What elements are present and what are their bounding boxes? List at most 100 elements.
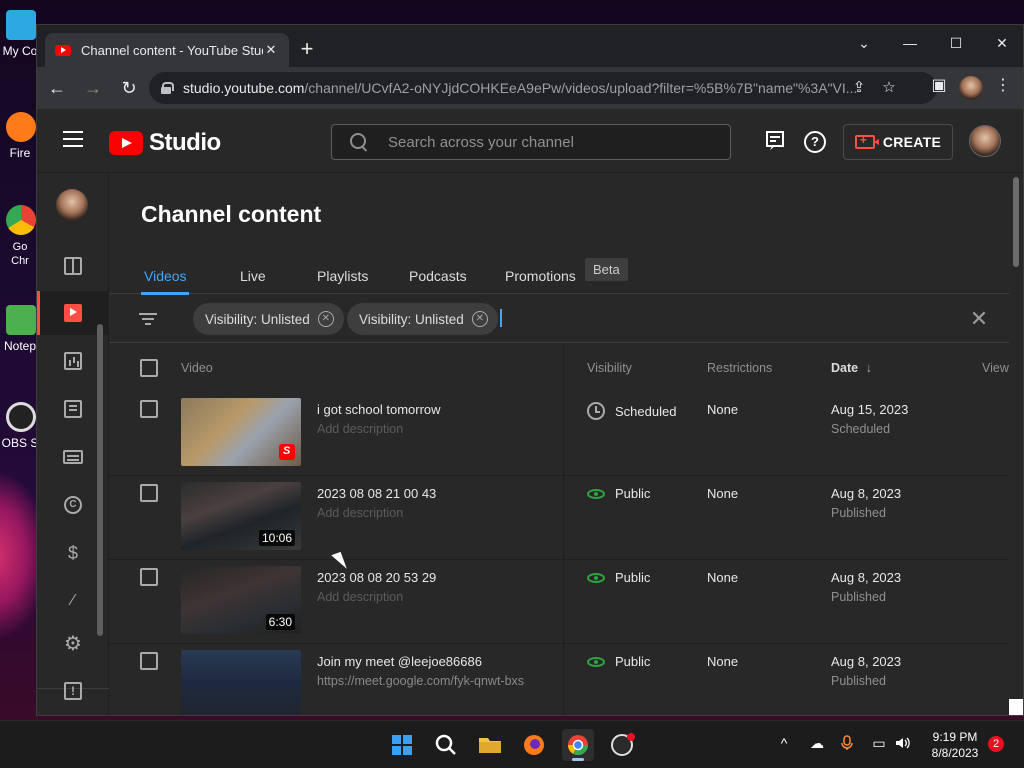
display-icon[interactable]: ▭ — [870, 735, 888, 752]
video-thumbnail[interactable] — [181, 650, 301, 715]
tab-live[interactable]: Live — [240, 268, 266, 284]
table-row[interactable]: 10:06 2023 08 08 21 00 43 Add descriptio… — [109, 476, 1009, 560]
firefox-taskbar-button[interactable] — [518, 729, 550, 761]
desktop-icon-my-computer[interactable]: My Co — [0, 10, 40, 58]
video-description[interactable]: https://meet.google.com/fyk-qnwt-bxs — [317, 674, 524, 688]
notification-badge[interactable]: 2 — [988, 736, 1004, 752]
tab-search-chevron-icon[interactable]: ⌄ — [849, 33, 879, 53]
create-button[interactable]: CREATE — [843, 124, 953, 160]
feedback-dialog-icon[interactable] — [763, 131, 787, 153]
video-description[interactable]: Add description — [317, 422, 403, 436]
column-visibility[interactable]: Visibility — [587, 361, 632, 375]
select-all-checkbox[interactable] — [140, 359, 158, 377]
row-checkbox[interactable] — [140, 484, 158, 502]
channel-avatar[interactable] — [56, 189, 88, 221]
chip-close-icon[interactable]: ✕ — [471, 311, 488, 327]
maximize-button[interactable]: ☐ — [941, 33, 971, 53]
visibility-label: Scheduled — [615, 403, 677, 419]
filter-text-caret[interactable] — [500, 309, 502, 327]
desktop-icon-firefox[interactable]: Fire — [0, 112, 40, 160]
tab-podcasts[interactable]: Podcasts — [409, 268, 467, 284]
beta-badge: Beta — [585, 258, 628, 281]
onedrive-icon[interactable]: ☁ — [808, 735, 826, 752]
share-icon[interactable]: ⇪ — [849, 78, 869, 96]
bookmark-star-icon[interactable]: ☆ — [879, 78, 899, 96]
table-row[interactable]: Join my meet @leejoe86686 https://meet.g… — [109, 644, 1009, 715]
visibility-cell[interactable]: Public — [587, 654, 650, 669]
hamburger-menu-icon[interactable] — [63, 131, 83, 147]
tab-strip: Channel content - YouTube Studio ✕ + ⌄ —… — [37, 25, 1023, 67]
windows-logo-icon — [392, 735, 412, 755]
date-value: Aug 8, 2023 — [831, 570, 902, 585]
video-duration: 6:30 — [265, 614, 295, 630]
visibility-cell[interactable]: Scheduled — [587, 402, 676, 420]
chrome-taskbar-button[interactable] — [562, 729, 594, 761]
obs-icon — [611, 733, 635, 756]
studio-logo[interactable]: Studio — [109, 129, 221, 157]
filter-chip[interactable]: Visibility: Unlisted ✕ — [193, 303, 344, 335]
row-checkbox[interactable] — [140, 568, 158, 586]
filter-icon[interactable] — [139, 313, 157, 325]
video-title[interactable]: 2023 08 08 21 00 43 — [317, 486, 436, 501]
file-explorer-button[interactable] — [474, 729, 506, 761]
video-thumbnail[interactable]: 6:30 — [181, 566, 301, 634]
column-date[interactable]: Date ↓ — [831, 361, 872, 375]
browser-tab[interactable]: Channel content - YouTube Studio ✕ — [45, 33, 289, 67]
volume-icon[interactable] — [893, 735, 911, 754]
tab-playlists[interactable]: Playlists — [317, 268, 368, 284]
video-thumbnail[interactable]: 10:06 — [181, 482, 301, 550]
desktop-icon-label: Go Chr — [11, 241, 29, 267]
desktop-icon-chrome[interactable]: Go Chr — [0, 205, 40, 267]
restrictions-value: None — [707, 402, 739, 417]
address-bar[interactable]: studio.youtube.com /channel/UCvfA2-oNYJj… — [149, 72, 937, 104]
table-row[interactable]: 6:30 2023 08 08 20 53 29 Add description… — [109, 560, 1009, 644]
column-views[interactable]: View — [982, 361, 1009, 375]
channel-search-input[interactable]: Search across your channel — [331, 124, 731, 160]
tab-videos[interactable]: Videos — [144, 268, 187, 284]
filter-chip-label: Visibility: Unlisted — [359, 311, 464, 327]
visibility-cell[interactable]: Public — [587, 570, 650, 585]
side-panel-icon[interactable]: ▣ — [927, 75, 951, 95]
row-checkbox[interactable] — [140, 652, 158, 670]
video-title[interactable]: i got school tomorrow — [317, 402, 441, 417]
row-checkbox[interactable] — [140, 400, 158, 418]
table-row[interactable]: i got school tomorrow Add description Sc… — [109, 392, 1009, 476]
taskbar-search-button[interactable] — [430, 729, 462, 761]
minimize-button[interactable]: — — [895, 33, 925, 53]
microphone-icon[interactable] — [838, 735, 856, 754]
column-restrictions[interactable]: Restrictions — [707, 361, 772, 375]
tray-overflow-icon[interactable]: ^ — [775, 735, 793, 751]
sidebar-scrollbar[interactable] — [97, 324, 103, 636]
page-scrollbar[interactable] — [1013, 177, 1019, 267]
desktop-icon-obs[interactable]: OBS S — [0, 402, 40, 450]
sidebar-item-feedback[interactable]: ! — [37, 669, 109, 713]
clear-filters-icon[interactable]: ✕ — [967, 306, 991, 332]
video-title[interactable]: Join my meet @leejoe86686 — [317, 654, 482, 669]
lock-icon[interactable] — [161, 82, 174, 94]
folder-icon — [479, 738, 501, 753]
browser-menu-icon[interactable]: ⋮ — [991, 75, 1015, 95]
account-avatar[interactable] — [969, 125, 1001, 157]
chip-close-icon[interactable]: ✕ — [317, 311, 334, 327]
tab-close-icon[interactable]: ✕ — [263, 42, 279, 58]
filter-chip[interactable]: Visibility: Unlisted ✕ — [347, 303, 498, 335]
back-button[interactable]: ← — [41, 72, 73, 104]
tab-promotions[interactable]: Promotions — [505, 268, 576, 284]
start-button[interactable] — [386, 729, 418, 761]
new-tab-button[interactable]: + — [297, 37, 317, 61]
desktop-icon-notepad[interactable]: Notep — [0, 305, 40, 353]
video-thumbnail[interactable] — [181, 398, 301, 466]
visibility-cell[interactable]: Public — [587, 486, 650, 501]
close-window-button[interactable]: ✕ — [987, 33, 1017, 53]
video-description[interactable]: Add description — [317, 590, 403, 604]
forward-button[interactable]: → — [77, 72, 109, 104]
sidebar-item-settings[interactable]: ⚙ — [37, 622, 109, 666]
sidebar-item-dashboard[interactable] — [37, 244, 109, 288]
profile-avatar[interactable] — [959, 76, 983, 100]
video-description[interactable]: Add description — [317, 506, 403, 520]
reload-button[interactable]: ↻ — [113, 72, 145, 104]
taskbar-clock[interactable]: 9:19 PM 8/8/2023 — [920, 729, 990, 761]
help-icon[interactable]: ? — [804, 131, 826, 153]
video-title[interactable]: 2023 08 08 20 53 29 — [317, 570, 436, 585]
obs-taskbar-button[interactable] — [606, 729, 638, 761]
